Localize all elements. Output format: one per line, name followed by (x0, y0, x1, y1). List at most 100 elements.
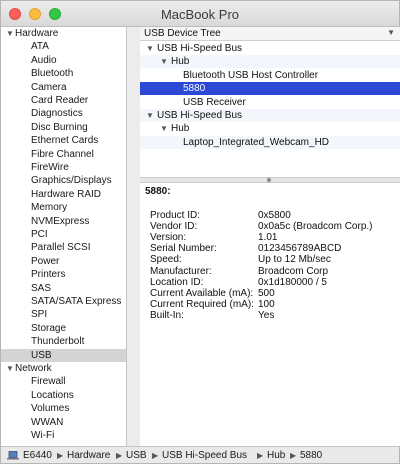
tree-row[interactable]: Bluetooth USB Host Controller (140, 69, 400, 82)
detail-value: 0x1d180000 / 5 (258, 276, 327, 288)
tree-row[interactable]: ▼ Hub (140, 122, 400, 135)
detail-value: 0x0a5c (Broadcom Corp.) (258, 221, 373, 233)
detail-key: Manufacturer: (150, 265, 212, 277)
detail-value: Up to 12 Mb/sec (258, 254, 331, 266)
detail-row: Serial Number: 0123456789ABCD (150, 243, 400, 254)
sidebar-item[interactable]: USB (1, 348, 126, 362)
path-separator-icon: ▶ (57, 451, 64, 460)
tree-row[interactable]: USB Receiver (140, 96, 400, 109)
path-crumb[interactable]: E6440 (23, 450, 52, 461)
path-separator-icon: ▶ (257, 451, 264, 460)
detail-value: 0x5800 (258, 210, 291, 221)
sidebar-item[interactable]: Graphics/Displays (1, 174, 126, 187)
sidebar-item[interactable]: Volumes (1, 402, 126, 415)
sidebar-item[interactable]: Firewall (1, 375, 126, 388)
sidebar-item[interactable]: Disc Burning (1, 121, 126, 134)
path-crumb[interactable]: USB (126, 450, 147, 461)
tree-header-label: USB Device Tree (144, 28, 221, 39)
sidebar-item[interactable]: Bluetooth (1, 67, 126, 80)
sidebar-item[interactable]: PCI (1, 228, 126, 241)
detail-key: Vendor ID: (150, 221, 198, 233)
sidebar-item[interactable]: Printers (1, 268, 126, 281)
sidebar-item[interactable]: Hardware RAID (1, 188, 126, 201)
detail-value: Yes (258, 309, 275, 321)
sidebar-category[interactable]: ▼Hardware (1, 27, 126, 40)
sidebar-item[interactable]: Diagnostics (1, 107, 126, 120)
path-crumb[interactable]: Hardware (67, 450, 110, 461)
path-crumb[interactable]: USB Hi-Speed Bus (162, 450, 247, 461)
detail-value: 1.01 (258, 232, 278, 244)
detail-key: Product ID: (150, 210, 201, 221)
laptop-icon (7, 451, 19, 460)
tree-row-label: Laptop_Integrated_Webcam_HD (183, 136, 330, 148)
tree-row-label: Bluetooth USB Host Controller (183, 69, 319, 81)
tree-row-label: Hub (171, 56, 190, 68)
sidebar-item[interactable]: FireWire (1, 161, 126, 174)
disclosure-triangle-icon[interactable]: ▼ (146, 42, 155, 55)
system-information-window: MacBook Pro ▼Hardware ATA Audio Bluetooth Ca… (0, 0, 400, 464)
path-separator-icon: ▶ (116, 451, 123, 460)
sidebar-item[interactable]: WWAN (1, 416, 126, 429)
disclosure-triangle-icon[interactable]: ▼ (6, 27, 15, 40)
detail-row: Product ID: 0x5800 (150, 210, 400, 221)
sidebar-item[interactable]: Thunderbolt (1, 335, 126, 348)
tree-row[interactable]: 5880 (140, 82, 400, 96)
sidebar-category[interactable]: ▼Network (1, 362, 126, 375)
title-bar: MacBook Pro (1, 1, 399, 27)
detail-key: Current Required (mA): (150, 298, 254, 310)
detail-row: Speed: Up to 12 Mb/sec (150, 254, 400, 265)
tree-row-label: Hub (171, 123, 190, 135)
usb-device-tree: USB Device Tree ▼ ▼ USB Hi-Speed Bus ▼ Hub B… (140, 27, 400, 177)
detail-key: Version: (150, 232, 187, 244)
sidebar-item[interactable]: SAS (1, 282, 126, 295)
disclosure-triangle-icon[interactable]: ▼ (6, 362, 15, 375)
disclosure-triangle-icon[interactable]: ▼ (160, 55, 169, 68)
sidebar-item[interactable]: Card Reader (1, 94, 126, 107)
detail-row: Current Required (mA): 100 (150, 299, 400, 310)
sidebar-item[interactable]: Memory (1, 201, 126, 214)
disclosure-triangle-icon[interactable]: ▼ (146, 109, 155, 122)
details-pane: 5880: Product ID: 0x5800 Vendor ID: 0x0a5c … (140, 183, 400, 446)
tree-row[interactable]: Laptop_Integrated_Webcam_HD (140, 135, 400, 149)
tree-column-header[interactable]: USB Device Tree ▼ (140, 27, 400, 41)
sidebar-item[interactable]: Ethernet Cards (1, 134, 126, 147)
detail-value: 500 (258, 287, 275, 299)
path-crumb[interactable]: Hub (267, 450, 285, 461)
sidebar: ▼Hardware ATA Audio Bluetooth Camera Card Rea… (1, 27, 127, 446)
tree-row-label: USB Hi-Speed Bus (157, 110, 243, 121)
sidebar-item[interactable]: Fibre Channel (1, 148, 126, 161)
path-crumb[interactable]: 5880 (300, 450, 322, 461)
detail-row: Manufacturer: Broadcom Corp (150, 266, 400, 277)
sidebar-item[interactable]: SPI (1, 308, 126, 321)
sidebar-item[interactable]: Power (1, 255, 126, 268)
tree-row[interactable]: ▼ Hub (140, 55, 400, 69)
sidebar-item[interactable]: SATA/SATA Express (1, 295, 126, 308)
path-separator-icon: ▶ (152, 451, 159, 460)
sidebar-item[interactable]: Wi-Fi (1, 429, 126, 442)
tree-row-label: USB Hi-Speed Bus (157, 43, 243, 54)
sidebar-item[interactable]: Locations (1, 389, 126, 402)
tree-row-label: USB Receiver (183, 96, 246, 108)
detail-row: Built-In: Yes (150, 310, 400, 321)
sidebar-item[interactable]: ATA (1, 40, 126, 53)
sidebar-item[interactable]: Audio (1, 54, 126, 67)
tree-row[interactable]: ▼ USB Hi-Speed Bus (140, 109, 400, 122)
sidebar-item[interactable]: NVMExpress (1, 215, 126, 228)
details-title: 5880: (145, 186, 171, 197)
path-bar: E6440 ▶ Hardware ▶ USB ▶ USB Hi-Speed Bus ▶ Hub ▶… (1, 446, 399, 463)
tree-row[interactable]: ▼ USB Hi-Speed Bus (140, 42, 400, 55)
disclosure-triangle-icon[interactable]: ▼ (160, 122, 169, 135)
detail-row: Vendor ID: 0x0a5c (Broadcom Corp.) (150, 221, 400, 232)
tree-row-label: 5880 (183, 83, 206, 95)
divider-handle-icon[interactable] (267, 178, 271, 182)
sidebar-item[interactable]: Camera (1, 81, 126, 94)
detail-value: 0123456789ABCD (258, 243, 342, 255)
sidebar-item[interactable]: Storage (1, 322, 126, 335)
sort-arrow-icon: ▼ (387, 28, 395, 37)
detail-value: Broadcom Corp (258, 265, 329, 277)
detail-row: Version: 1.01 (150, 232, 400, 243)
sidebar-category-label: Hardware (15, 28, 59, 39)
window-title: MacBook Pro (160, 7, 240, 22)
sidebar-item[interactable]: Parallel SCSI (1, 241, 126, 254)
detail-key: Location ID: (150, 276, 204, 288)
